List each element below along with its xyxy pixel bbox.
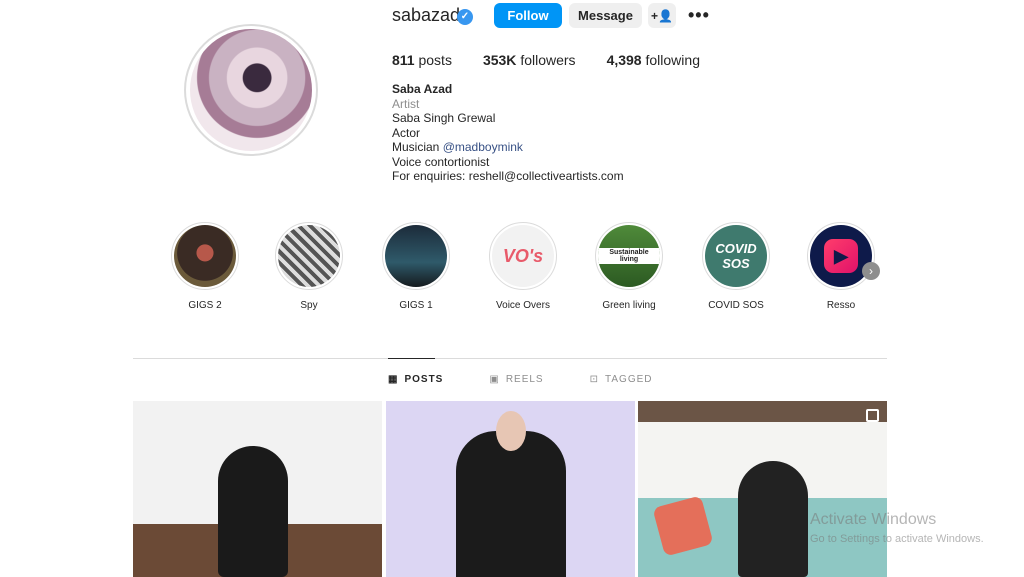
tagged-icon: ⊡ bbox=[589, 374, 599, 385]
post-thumbnail[interactable] bbox=[386, 401, 635, 577]
story-highlights: GIGS 2 Spy GIGS 1 VO's Voice Overs Susta… bbox=[160, 222, 890, 322]
chevron-right-icon[interactable]: › bbox=[862, 262, 880, 280]
highlight-cover bbox=[174, 225, 236, 287]
profile-tabs: ▦ POSTS ▣ REELS ⊡ TAGGED bbox=[388, 374, 652, 385]
post-figure bbox=[456, 431, 566, 577]
mention-link[interactable]: @madboymink bbox=[443, 140, 523, 154]
highlight-cover: VO's bbox=[492, 225, 554, 287]
tab-reels[interactable]: ▣ REELS bbox=[489, 374, 543, 385]
bio-line: Actor bbox=[392, 125, 421, 140]
highlight-item[interactable]: Spy bbox=[264, 222, 354, 311]
highlight-label: GIGS 1 bbox=[399, 300, 433, 311]
highlight-item[interactable]: Sustainable living Green living bbox=[584, 222, 674, 311]
grid-icon: ▦ bbox=[388, 374, 399, 385]
add-user-icon[interactable]: +👤 bbox=[648, 3, 676, 28]
follow-button[interactable]: Follow bbox=[494, 3, 562, 28]
post-figure bbox=[218, 446, 288, 577]
verified-badge-icon: ✓ bbox=[457, 9, 473, 25]
highlight-label: Green living bbox=[602, 300, 656, 311]
post-face bbox=[496, 411, 526, 451]
multiple-posts-icon bbox=[866, 409, 879, 422]
highlight-cover-text: Sustainable living bbox=[598, 248, 660, 264]
windows-activation-watermark: Activate Windows bbox=[810, 511, 937, 528]
post-pillow bbox=[652, 495, 714, 557]
highlight-cover bbox=[278, 225, 340, 287]
highlight-label: Spy bbox=[300, 300, 318, 311]
reels-icon: ▣ bbox=[489, 374, 500, 385]
highlight-item[interactable]: GIGS 1 bbox=[371, 222, 461, 311]
following-count[interactable]: 4,398 following bbox=[607, 52, 700, 68]
post-figure bbox=[738, 461, 808, 577]
profile-bio: Saba Azad Artist Saba Singh Grewal Actor… bbox=[392, 82, 624, 184]
highlight-label: GIGS 2 bbox=[188, 300, 222, 311]
followers-count[interactable]: 353K followers bbox=[483, 52, 576, 68]
highlight-item[interactable]: GIGS 2 bbox=[160, 222, 250, 311]
windows-activation-subtext: Go to Settings to activate Windows. bbox=[810, 533, 984, 545]
message-button[interactable]: Message bbox=[569, 3, 642, 28]
highlight-cover: COVID SOS bbox=[705, 225, 767, 287]
divider bbox=[133, 358, 887, 359]
highlight-cover bbox=[385, 225, 447, 287]
highlight-cover-text: COVID SOS bbox=[715, 241, 757, 271]
category-label: Artist bbox=[392, 96, 420, 111]
tab-posts[interactable]: ▦ POSTS bbox=[388, 374, 443, 385]
highlight-item[interactable]: COVID SOS COVID SOS bbox=[691, 222, 781, 311]
bio-line: For enquiries: reshell@collectiveartists… bbox=[392, 169, 624, 183]
profile-avatar-ring[interactable] bbox=[184, 24, 318, 156]
highlight-cover: ▶ bbox=[810, 225, 872, 287]
bio-line: Saba Singh Grewal bbox=[392, 111, 496, 125]
bio-line: Voice contortionist bbox=[392, 154, 490, 169]
highlight-cover-text: VO's bbox=[502, 245, 544, 266]
posts-count[interactable]: 811 posts bbox=[392, 52, 452, 68]
resso-logo-icon: ▶ bbox=[824, 239, 858, 273]
highlight-cover: Sustainable living bbox=[598, 225, 660, 287]
display-name: Saba Azad bbox=[392, 82, 453, 96]
post-thumbnail[interactable] bbox=[638, 401, 887, 577]
highlight-item[interactable]: VO's Voice Overs bbox=[478, 222, 568, 311]
username: sabazad bbox=[392, 5, 461, 25]
post-thumbnail[interactable] bbox=[133, 401, 382, 577]
more-options-icon[interactable]: ••• bbox=[688, 5, 710, 26]
avatar[interactable] bbox=[190, 29, 312, 151]
bio-line: Musician @madboymink bbox=[392, 140, 523, 154]
highlight-label: Voice Overs bbox=[496, 300, 550, 311]
active-tab-indicator bbox=[388, 358, 435, 359]
profile-stats: 811 posts 353K followers 4,398 following bbox=[392, 52, 700, 68]
highlight-label: Resso bbox=[826, 300, 856, 311]
highlight-label: COVID SOS bbox=[708, 300, 764, 311]
tab-tagged[interactable]: ⊡ TAGGED bbox=[590, 374, 653, 385]
